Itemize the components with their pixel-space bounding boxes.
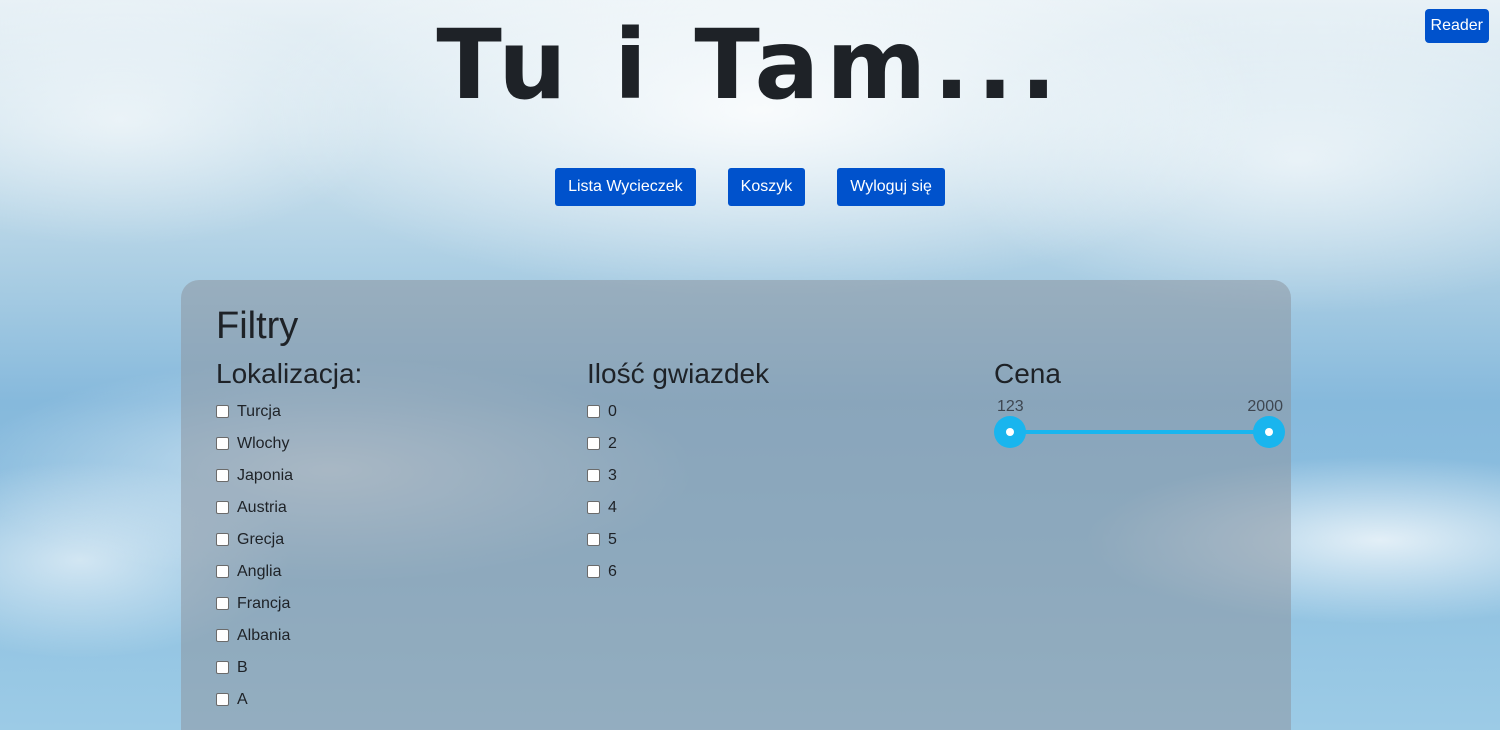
location-option-label: Francja xyxy=(237,595,291,612)
stars-option: 6 xyxy=(587,556,769,588)
location-option: Grecja xyxy=(216,524,362,556)
stars-option-label: 4 xyxy=(608,499,617,516)
location-checkbox[interactable] xyxy=(216,596,229,610)
price-range-slider[interactable]: 123 2000 xyxy=(994,396,1289,456)
filters-title: Filtry xyxy=(216,305,299,347)
price-filter: Cena 123 2000 xyxy=(994,358,1289,456)
location-checkbox[interactable] xyxy=(216,404,229,418)
price-min-value: 123 xyxy=(997,398,1024,415)
location-heading: Lokalizacja: xyxy=(216,358,363,389)
site-title: Tu i Tam... xyxy=(436,9,1064,121)
location-checkbox[interactable] xyxy=(216,436,229,450)
stars-checkbox[interactable] xyxy=(587,468,600,482)
stars-checkbox[interactable] xyxy=(587,500,600,514)
stars-options: 0 2 3 4 5 6 xyxy=(587,396,769,588)
location-option-label: Austria xyxy=(237,499,287,516)
location-option-label: Turcja xyxy=(237,403,281,420)
stars-option: 4 xyxy=(587,492,769,524)
stars-option-label: 5 xyxy=(608,531,617,548)
nav-button-trip-list[interactable]: Lista Wycieczek xyxy=(555,168,696,206)
main-nav: Lista Wycieczek Koszyk Wyloguj się xyxy=(0,168,1500,206)
stars-option-label: 2 xyxy=(608,435,617,452)
location-checkbox[interactable] xyxy=(216,500,229,514)
nav-button-cart[interactable]: Koszyk xyxy=(727,168,806,206)
price-min-handle[interactable] xyxy=(994,416,1026,448)
stars-checkbox[interactable] xyxy=(587,532,600,546)
stars-option: 0 xyxy=(587,396,769,428)
stars-option: 5 xyxy=(587,524,769,556)
location-option: Wlochy xyxy=(216,428,362,460)
stars-filter: Ilość gwiazdek 0 2 3 4 5 6 xyxy=(587,358,769,588)
stars-option-label: 6 xyxy=(608,563,617,580)
location-option: Austria xyxy=(216,492,362,524)
location-filter: Lokalizacja: Turcja Wlochy Japonia Austr… xyxy=(216,358,362,716)
location-option-label: Albania xyxy=(237,627,291,644)
location-options: Turcja Wlochy Japonia Austria Grecja Ang… xyxy=(216,396,362,716)
location-checkbox[interactable] xyxy=(216,564,229,578)
stars-checkbox[interactable] xyxy=(587,404,600,418)
location-option: B xyxy=(216,652,362,684)
location-option-label: A xyxy=(237,691,248,708)
stars-checkbox[interactable] xyxy=(587,564,600,578)
location-checkbox[interactable] xyxy=(216,628,229,642)
location-checkbox[interactable] xyxy=(216,692,229,706)
location-checkbox[interactable] xyxy=(216,468,229,482)
location-checkbox[interactable] xyxy=(216,532,229,546)
stars-option: 2 xyxy=(587,428,769,460)
location-option: A xyxy=(216,684,362,716)
price-heading: Cena xyxy=(994,358,1061,389)
price-max-handle[interactable] xyxy=(1253,416,1285,448)
location-option-label: Japonia xyxy=(237,467,294,484)
nav-button-logout[interactable]: Wyloguj się xyxy=(837,168,945,206)
location-option: Japonia xyxy=(216,460,362,492)
location-option: Turcja xyxy=(216,396,362,428)
location-option-label: B xyxy=(237,659,248,676)
price-max-value: 2000 xyxy=(1247,398,1283,415)
location-option: Anglia xyxy=(216,556,362,588)
location-checkbox[interactable] xyxy=(216,660,229,674)
price-slider-track[interactable] xyxy=(1008,430,1270,434)
stars-heading: Ilość gwiazdek xyxy=(587,358,770,389)
stars-option-label: 0 xyxy=(608,403,617,420)
stars-option: 3 xyxy=(587,460,769,492)
location-option: Francja xyxy=(216,588,362,620)
stars-checkbox[interactable] xyxy=(587,436,600,450)
location-option-label: Anglia xyxy=(237,563,282,580)
location-option-label: Wlochy xyxy=(237,435,290,452)
location-option-label: Grecja xyxy=(237,531,285,548)
stars-option-label: 3 xyxy=(608,467,617,484)
location-option: Albania xyxy=(216,620,362,652)
filters-panel: Filtry Lokalizacja: Turcja Wlochy Japoni… xyxy=(181,280,1291,730)
